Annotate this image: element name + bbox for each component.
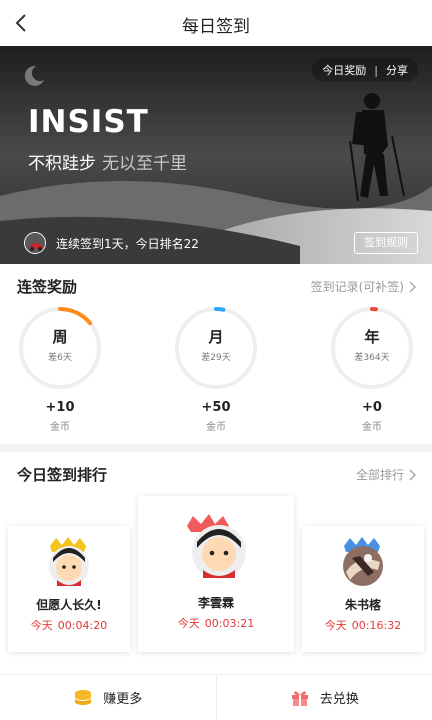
reward-bonus: +0 <box>362 400 382 415</box>
redeem-button[interactable]: 去兑换 <box>215 675 432 720</box>
slogan-sub: 无以至千里 <box>102 154 187 174</box>
page-title: 每日签到 <box>182 17 250 37</box>
streak-title: 连签奖励 <box>17 278 78 296</box>
sign-in-record-link[interactable]: 签到记录(可补签) <box>311 278 416 295</box>
rank-sign-time: 今天 00:03:21 <box>138 615 294 631</box>
user-avatar <box>44 536 94 588</box>
rank-day: 今天 <box>30 619 53 632</box>
top-bar: 每日签到 <box>0 0 432 46</box>
ranking-podium: 但愿人长久! 今天 00:04:20 李雲霖 今天 00:03:21 朱书楁 今… <box>0 496 432 666</box>
rank-user-name: 朱书楁 <box>344 598 381 612</box>
user-avatar <box>338 536 388 588</box>
rank-card-first[interactable]: 李雲霖 今天 00:03:21 <box>138 496 294 652</box>
sign-in-status: 连续签到1天，今日排名22 <box>24 232 199 254</box>
reward-bonus: +10 <box>45 400 75 415</box>
sign-in-record-label: 签到记录(可补签) <box>310 280 404 294</box>
reward-remaining: 差364天 <box>354 353 390 363</box>
link-separator: | <box>374 63 378 77</box>
banner: 今日奖励 | 分享 INSIST 不积跬步 无以至千里 连续签到1天，今日排名22… <box>0 46 432 264</box>
streak-section-header: 连签奖励 签到记录(可补签) <box>0 264 432 308</box>
rank-user-name: 李雲霖 <box>197 596 234 610</box>
rank-card-second[interactable]: 但愿人长久! 今天 00:04:20 <box>8 526 130 652</box>
reward-month: 月 差29天 +50 金币 <box>171 306 261 433</box>
rank-sign-time: 今天 00:04:20 <box>8 617 130 633</box>
earn-more-button[interactable]: 赚更多 <box>0 675 216 720</box>
reward-year: 年 差364天 +0 金币 <box>327 306 417 433</box>
section-divider <box>0 444 432 452</box>
rank-day: 今天 <box>324 619 347 632</box>
banner-slogan: 不积跬步 无以至千里 <box>28 149 187 174</box>
reward-period-label: 月 <box>208 328 224 346</box>
ranking-title: 今日签到排行 <box>17 466 108 484</box>
coins-icon <box>75 689 92 705</box>
rank-user-name: 但愿人长久! <box>36 598 102 612</box>
slogan-main: 不积跬步 <box>28 154 96 174</box>
chevron-right-icon <box>409 280 416 293</box>
chevron-right-icon <box>409 468 416 481</box>
progress-ring: 周 差6天 <box>18 306 102 390</box>
rank-time: 00:04:20 <box>57 619 108 632</box>
reward-remaining: 差29天 <box>201 353 231 363</box>
reward-period-label: 年 <box>364 328 380 346</box>
earn-more-label: 赚更多 <box>103 692 143 707</box>
status-text: 连续签到1天，今日排名22 <box>56 236 199 251</box>
sign-in-page: 每日签到 今日奖励 | 分享 INSIST 不积跬步 无以至千里 连续签到1天，… <box>0 0 432 720</box>
banner-links: 今日奖励 | 分享 <box>312 58 418 82</box>
gift-icon <box>291 690 308 706</box>
rank-card-third[interactable]: 朱书楁 今天 00:16:32 <box>302 526 424 652</box>
banner-headline: INSIST <box>28 104 149 140</box>
rank-day: 今天 <box>177 617 200 630</box>
redeem-label: 去兑换 <box>319 692 359 707</box>
rank-time: 00:16:32 <box>351 619 402 632</box>
reward-week: 周 差6天 +10 金币 <box>15 306 105 433</box>
user-avatar <box>24 232 46 254</box>
rank-time: 00:03:21 <box>204 617 255 630</box>
ranking-section-header: 今日签到排行 全部排行 <box>0 452 432 496</box>
today-rewards-link[interactable]: 今日奖励 <box>322 62 366 78</box>
share-link[interactable]: 分享 <box>386 62 408 78</box>
all-ranking-link[interactable]: 全部排行 <box>356 466 416 483</box>
bottom-bar: 赚更多 去兑换 <box>0 674 432 720</box>
reward-unit: 金币 <box>362 422 382 433</box>
reward-unit: 金币 <box>206 422 226 433</box>
progress-ring: 年 差364天 <box>330 306 414 390</box>
rank-sign-time: 今天 00:16:32 <box>302 617 424 633</box>
progress-ring: 月 差29天 <box>174 306 258 390</box>
reward-unit: 金币 <box>50 422 70 433</box>
user-avatar <box>183 512 249 582</box>
streak-rewards: 周 差6天 +10 金币 月 差29天 +50 金币 年 差364天 +0 金币 <box>0 306 432 436</box>
reward-bonus: +50 <box>201 400 231 415</box>
reward-period-label: 周 <box>52 328 68 346</box>
all-ranking-label: 全部排行 <box>355 468 404 482</box>
rules-button[interactable]: 签到规则 <box>354 232 418 254</box>
reward-remaining: 差6天 <box>48 353 72 363</box>
